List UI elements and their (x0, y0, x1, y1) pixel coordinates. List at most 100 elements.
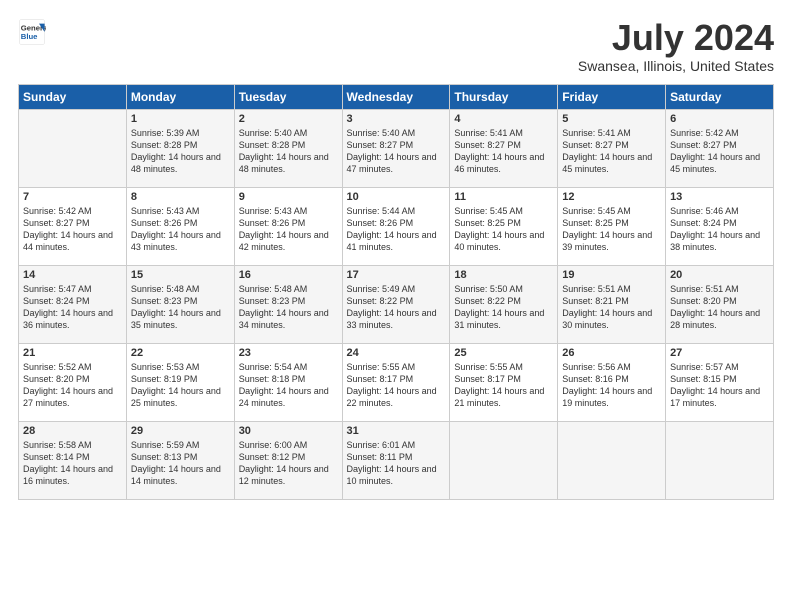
day-number: 25 (454, 347, 553, 359)
header: General Blue July 2024 Swansea, Illinois… (18, 18, 774, 74)
table-row: 9 Sunrise: 5:43 AMSunset: 8:26 PMDaylight… (234, 187, 342, 265)
calendar-week-row: 7Sunrise: 5:42 AMSunset: 8:27 PMDaylight… (19, 187, 774, 265)
logo: General Blue (18, 18, 46, 46)
title-block: July 2024 Swansea, Illinois, United Stat… (578, 18, 774, 74)
day-number: 3 (347, 113, 446, 125)
day-number: 18 (454, 269, 553, 281)
day-info: Sunrise: 5:41 AMSunset: 8:27 PMDaylight:… (562, 127, 661, 176)
day-info: Sunrise: 5:40 AMSunset: 8:28 PMDaylight:… (239, 127, 338, 176)
table-row: 7Sunrise: 5:42 AMSunset: 8:27 PMDaylight… (19, 187, 127, 265)
day-number: 22 (131, 347, 230, 359)
table-row: 15 Sunrise: 5:48 AMSunset: 8:23 PMDayligh… (126, 265, 234, 343)
day-info: Sunrise: 6:00 AMSunset: 8:12 PMDaylight:… (239, 439, 338, 488)
day-number: 27 (670, 347, 769, 359)
day-number: 17 (347, 269, 446, 281)
day-info: Sunrise: 5:52 AMSunset: 8:20 PMDaylight:… (23, 361, 122, 410)
day-number: 28 (23, 425, 122, 437)
day-number: 30 (239, 425, 338, 437)
day-info: Sunrise: 5:44 AMSunset: 8:26 PMDaylight:… (347, 205, 446, 254)
table-row: 24 Sunrise: 5:55 AMSunset: 8:17 PMDayligh… (342, 343, 450, 421)
table-row: 14Sunrise: 5:47 AMSunset: 8:24 PMDayligh… (19, 265, 127, 343)
col-friday: Friday (558, 84, 666, 109)
table-row: 27 Sunrise: 5:57 AMSunset: 8:15 PMDayligh… (666, 343, 774, 421)
svg-text:Blue: Blue (21, 32, 38, 41)
col-wednesday: Wednesday (342, 84, 450, 109)
day-number: 24 (347, 347, 446, 359)
table-row: 22Sunrise: 5:53 AMSunset: 8:19 PMDayligh… (126, 343, 234, 421)
day-info: Sunrise: 5:42 AMSunset: 8:27 PMDaylight:… (23, 205, 122, 254)
day-number: 15 (131, 269, 230, 281)
col-tuesday: Tuesday (234, 84, 342, 109)
day-number: 21 (23, 347, 122, 359)
day-number: 31 (347, 425, 446, 437)
day-info: Sunrise: 5:43 AMSunset: 8:26 PMDaylight:… (239, 205, 338, 254)
day-number: 19 (562, 269, 661, 281)
table-row: 30 Sunrise: 6:00 AMSunset: 8:12 PMDayligh… (234, 421, 342, 499)
day-number: 8 (131, 191, 230, 203)
day-info: Sunrise: 5:42 AMSunset: 8:27 PMDaylight:… (670, 127, 769, 176)
table-row: 8 Sunrise: 5:43 AMSunset: 8:26 PMDaylight… (126, 187, 234, 265)
table-row (19, 109, 127, 187)
table-row: 19 Sunrise: 5:51 AMSunset: 8:21 PMDayligh… (558, 265, 666, 343)
location-title: Swansea, Illinois, United States (578, 58, 774, 74)
calendar-table: Sunday Monday Tuesday Wednesday Thursday… (18, 84, 774, 500)
day-info: Sunrise: 5:45 AMSunset: 8:25 PMDaylight:… (562, 205, 661, 254)
table-row: 4 Sunrise: 5:41 AMSunset: 8:27 PMDaylight… (450, 109, 558, 187)
day-number: 10 (347, 191, 446, 203)
calendar-week-row: 1Sunrise: 5:39 AMSunset: 8:28 PMDaylight… (19, 109, 774, 187)
day-info: Sunrise: 5:48 AMSunset: 8:23 PMDaylight:… (131, 283, 230, 332)
day-info: Sunrise: 5:55 AMSunset: 8:17 PMDaylight:… (347, 361, 446, 410)
table-row: 28 Sunrise: 5:58 AMSunset: 8:14 PMDayligh… (19, 421, 127, 499)
day-number: 5 (562, 113, 661, 125)
day-number: 4 (454, 113, 553, 125)
day-number: 2 (239, 113, 338, 125)
col-saturday: Saturday (666, 84, 774, 109)
day-number: 6 (670, 113, 769, 125)
day-info: Sunrise: 5:45 AMSunset: 8:25 PMDaylight:… (454, 205, 553, 254)
col-monday: Monday (126, 84, 234, 109)
day-info: Sunrise: 5:46 AMSunset: 8:24 PMDaylight:… (670, 205, 769, 254)
table-row: 18Sunrise: 5:50 AMSunset: 8:22 PMDayligh… (450, 265, 558, 343)
day-number: 1 (131, 113, 230, 125)
day-info: Sunrise: 5:54 AMSunset: 8:18 PMDaylight:… (239, 361, 338, 410)
calendar-week-row: 28 Sunrise: 5:58 AMSunset: 8:14 PMDayligh… (19, 421, 774, 499)
table-row: 26Sunrise: 5:56 AMSunset: 8:16 PMDayligh… (558, 343, 666, 421)
day-info: Sunrise: 5:51 AMSunset: 8:20 PMDaylight:… (670, 283, 769, 332)
day-number: 13 (670, 191, 769, 203)
table-row: 5 Sunrise: 5:41 AMSunset: 8:27 PMDaylight… (558, 109, 666, 187)
day-number: 29 (131, 425, 230, 437)
day-info: Sunrise: 5:58 AMSunset: 8:14 PMDaylight:… (23, 439, 122, 488)
table-row: 16 Sunrise: 5:48 AMSunset: 8:23 PMDayligh… (234, 265, 342, 343)
day-info: Sunrise: 5:48 AMSunset: 8:23 PMDaylight:… (239, 283, 338, 332)
day-info: Sunrise: 5:47 AMSunset: 8:24 PMDaylight:… (23, 283, 122, 332)
day-number: 12 (562, 191, 661, 203)
day-info: Sunrise: 5:40 AMSunset: 8:27 PMDaylight:… (347, 127, 446, 176)
table-row: 29Sunrise: 5:59 AMSunset: 8:13 PMDayligh… (126, 421, 234, 499)
table-row (450, 421, 558, 499)
table-row: 17Sunrise: 5:49 AMSunset: 8:22 PMDayligh… (342, 265, 450, 343)
table-row (666, 421, 774, 499)
table-row: 2 Sunrise: 5:40 AMSunset: 8:28 PMDaylight… (234, 109, 342, 187)
table-row (558, 421, 666, 499)
day-number: 16 (239, 269, 338, 281)
month-title: July 2024 (578, 18, 774, 58)
day-info: Sunrise: 5:55 AMSunset: 8:17 PMDaylight:… (454, 361, 553, 410)
day-info: Sunrise: 5:41 AMSunset: 8:27 PMDaylight:… (454, 127, 553, 176)
day-info: Sunrise: 6:01 AMSunset: 8:11 PMDaylight:… (347, 439, 446, 488)
header-row: Sunday Monday Tuesday Wednesday Thursday… (19, 84, 774, 109)
day-info: Sunrise: 5:57 AMSunset: 8:15 PMDaylight:… (670, 361, 769, 410)
day-number: 26 (562, 347, 661, 359)
day-info: Sunrise: 5:43 AMSunset: 8:26 PMDaylight:… (131, 205, 230, 254)
table-row: 13 Sunrise: 5:46 AMSunset: 8:24 PMDayligh… (666, 187, 774, 265)
day-number: 20 (670, 269, 769, 281)
table-row: 31 Sunrise: 6:01 AMSunset: 8:11 PMDayligh… (342, 421, 450, 499)
logo-icon: General Blue (18, 18, 46, 46)
day-number: 23 (239, 347, 338, 359)
table-row: 3 Sunrise: 5:40 AMSunset: 8:27 PMDaylight… (342, 109, 450, 187)
day-number: 11 (454, 191, 553, 203)
day-number: 9 (239, 191, 338, 203)
table-row: 6 Sunrise: 5:42 AMSunset: 8:27 PMDaylight… (666, 109, 774, 187)
table-row: 20 Sunrise: 5:51 AMSunset: 8:20 PMDayligh… (666, 265, 774, 343)
table-row: 10 Sunrise: 5:44 AMSunset: 8:26 PMDayligh… (342, 187, 450, 265)
day-info: Sunrise: 5:51 AMSunset: 8:21 PMDaylight:… (562, 283, 661, 332)
